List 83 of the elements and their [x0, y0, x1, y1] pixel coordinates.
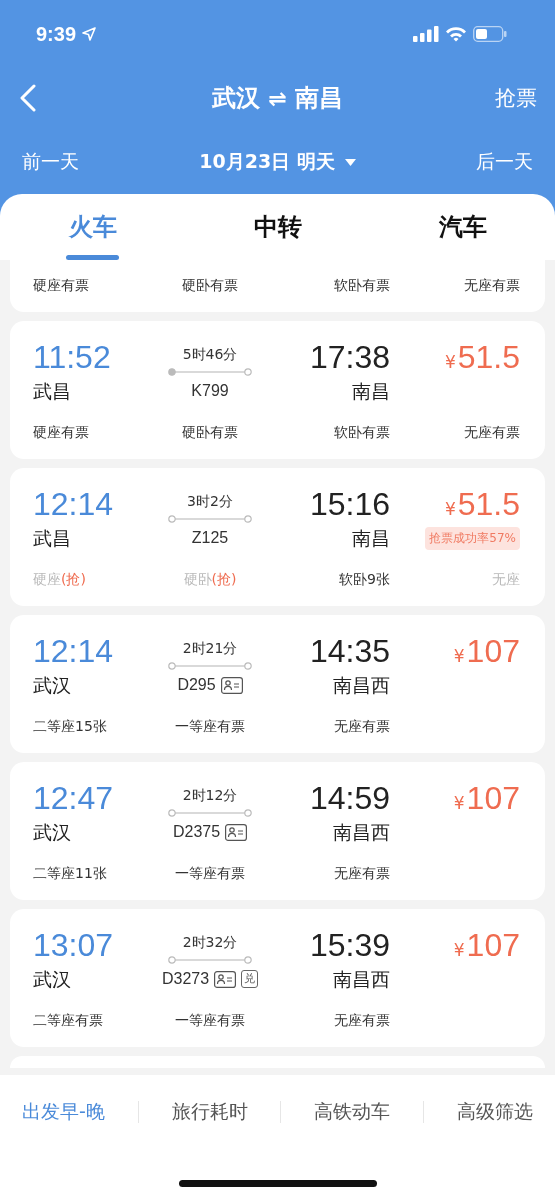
id-card-icon — [214, 970, 237, 988]
caret-icon — [344, 158, 356, 166]
train-card[interactable]: 11:52 5时46分 K799 17:38 ¥51.5 武昌 南昌 硬座有票 硬卧有票 软卧有票 无座有票 — [10, 321, 545, 459]
arrival-station: 南昌 — [352, 379, 390, 404]
seat-availability: 一等座有票 — [175, 864, 245, 883]
status-time: 9:39 — [36, 22, 77, 46]
departure-station: 武汉 — [33, 967, 71, 992]
ticket-price: ¥51.5 — [444, 339, 520, 375]
arrival-station: 南昌西 — [333, 967, 390, 992]
seat-availability: 无座有票 — [334, 864, 390, 883]
seat-availability: 无座 — [492, 570, 520, 589]
arrival-time: 15:16 — [309, 486, 390, 522]
id-card-icon — [220, 676, 243, 694]
ticket-price: ¥107 — [453, 780, 520, 816]
travel-duration: 2时21分 — [182, 639, 238, 658]
travel-duration: 3时2分 — [187, 492, 233, 511]
destination-city: 南昌 — [294, 83, 343, 114]
departure-time: 12:14 — [33, 633, 114, 669]
travel-duration: 2时12分 — [182, 786, 238, 805]
sort-filter-tab[interactable]: 旅行耗时 — [169, 1095, 250, 1129]
departure-time: 12:47 — [33, 780, 114, 816]
ticket-price: ¥51.5 — [444, 486, 520, 522]
seat-availability: 硬座有票 — [33, 423, 89, 442]
arrival-time: 14:59 — [309, 780, 390, 816]
arrival-station: 南昌西 — [333, 820, 390, 845]
seat-availability: 无座有票 — [334, 717, 390, 736]
tab[interactable]: 火车 — [64, 203, 121, 251]
train-card[interactable]: 硬座有票 硬卧有票 软卧有票 无座有票 — [10, 260, 545, 312]
seat-availability: 无座有票 — [464, 423, 520, 442]
signal-icon — [413, 26, 439, 42]
train-number: K799 — [191, 382, 229, 400]
seat-availability: 软卧9张 — [339, 570, 390, 589]
arrival-station: 南昌西 — [333, 673, 390, 698]
seat-availability: 硬卧有票 — [182, 276, 238, 295]
seat-availability: 二等座15张 — [33, 717, 107, 736]
departure-station: 武昌 — [33, 526, 71, 551]
train-number: D2375 — [172, 823, 221, 841]
seat-availability: 硬卧(抢) — [183, 570, 237, 589]
seat-availability: 无座有票 — [464, 276, 520, 295]
arrival-time: 17:38 — [309, 339, 390, 375]
seat-availability: 一等座有票 — [175, 1011, 245, 1030]
travel-duration: 5时46分 — [182, 345, 238, 364]
train-number: D295 — [177, 676, 216, 694]
sort-filter-tab[interactable]: 高级筛选 — [454, 1095, 535, 1129]
seat-availability: 硬卧有票 — [182, 423, 238, 442]
train-card[interactable]: 13:07 2时32分 D3273 兑 15:39 ¥107 武汉 南昌西 二等座有票 一等座有票 无座有票 — [10, 909, 545, 1047]
train-card[interactable]: 12:47 2时12分 D2375 14:59 ¥107 武汉 南昌西 二等座11张 一等座有票 无座有票 — [10, 762, 545, 900]
tab[interactable]: 汽车 — [434, 203, 491, 251]
travel-duration: 2时32分 — [182, 933, 238, 952]
departure-time: 12:14 — [33, 486, 114, 522]
ticket-price: ¥107 — [453, 927, 520, 963]
arrival-time: 14:35 — [309, 633, 390, 669]
wifi-icon — [445, 26, 467, 42]
seat-availability: 一等座有票 — [175, 717, 245, 736]
train-number: D3273 — [161, 970, 210, 988]
tab[interactable]: 中转 — [249, 203, 306, 251]
seat-availability: 二等座11张 — [33, 864, 107, 883]
exchange-tag: 兑 — [241, 970, 259, 988]
train-number: Z125 — [191, 529, 229, 547]
seat-availability: 硬座有票 — [33, 276, 89, 295]
sort-filter-tab[interactable]: 高铁动车 — [312, 1095, 393, 1129]
battery-icon — [473, 26, 507, 42]
seat-availability: 软卧有票 — [334, 276, 390, 295]
arrival-time: 15:39 — [309, 927, 390, 963]
ticket-price: ¥107 — [453, 633, 520, 669]
arrival-station: 南昌 — [352, 526, 390, 551]
success-rate-badge: 抢票成功率57% — [425, 526, 520, 550]
id-card-icon — [225, 823, 248, 841]
seat-availability: 二等座有票 — [33, 1011, 103, 1030]
train-card[interactable]: 12:14 3时2分 Z125 15:16 ¥51.5 武昌 南昌 抢票成功率57% 硬座(抢) 硬卧(抢) 软卧9张 无座 — [10, 468, 545, 606]
departure-station: 武昌 — [33, 379, 71, 404]
departure-time: 13:07 — [33, 927, 114, 963]
seat-availability: 硬座(抢) — [33, 570, 86, 589]
departure-station: 武汉 — [33, 673, 71, 698]
departure-station: 武汉 — [33, 820, 71, 845]
origin-city: 武汉 — [212, 83, 261, 114]
train-card[interactable]: 12:14 2时21分 D295 14:35 ¥107 武汉 南昌西 二等座15张 一等座有票 无座有票 — [10, 615, 545, 753]
seat-availability: 软卧有票 — [334, 423, 390, 442]
seat-availability: 无座有票 — [334, 1011, 390, 1030]
tab-underline — [66, 255, 119, 260]
departure-time: 11:52 — [33, 339, 111, 375]
location-arrow-icon — [82, 27, 97, 41]
sort-filter-tab[interactable]: 出发早-晚 — [20, 1095, 107, 1129]
